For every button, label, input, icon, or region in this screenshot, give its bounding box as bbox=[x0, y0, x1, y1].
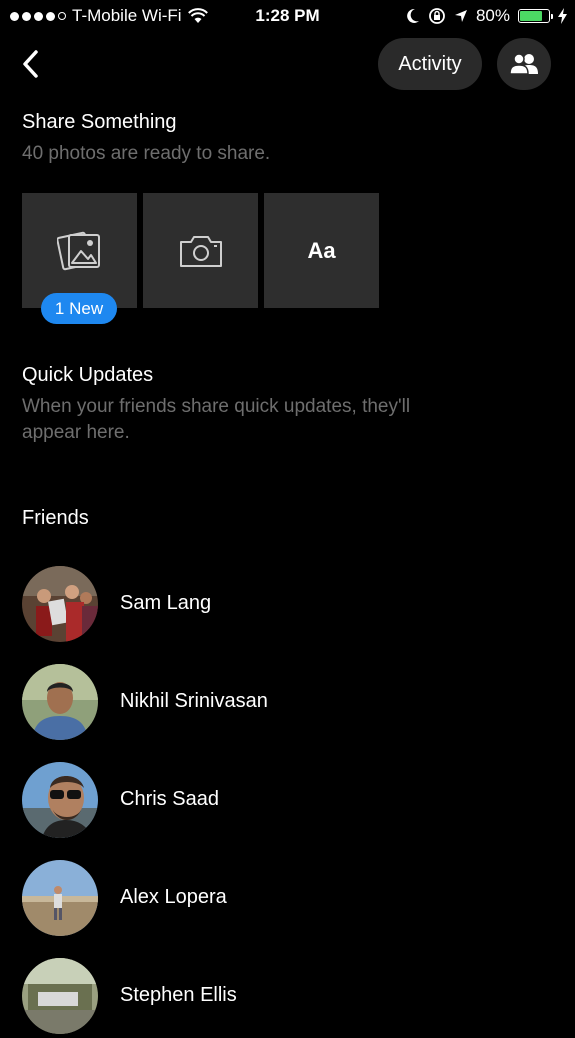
friend-name: Chris Saad bbox=[120, 788, 219, 810]
avatar bbox=[22, 664, 98, 740]
text-post-button[interactable]: Aa bbox=[264, 193, 379, 308]
friend-row[interactable]: Stephen Ellis bbox=[0, 958, 575, 1038]
avatar bbox=[22, 958, 98, 1034]
new-photos-badge: 1 New bbox=[41, 293, 117, 324]
activity-button[interactable]: Activity bbox=[378, 38, 482, 90]
quick-updates-subtitle: When your friends share quick updates, t… bbox=[22, 396, 411, 443]
friend-name: Alex Lopera bbox=[120, 886, 227, 908]
share-section-title: Share Something bbox=[22, 111, 177, 133]
camera-icon bbox=[179, 235, 222, 267]
camera-button[interactable] bbox=[143, 193, 258, 308]
people-icon bbox=[509, 53, 538, 75]
friend-row[interactable]: Nikhil Srinivasan bbox=[0, 664, 575, 744]
friend-name: Sam Lang bbox=[120, 592, 212, 614]
charging-bolt-icon bbox=[558, 8, 567, 24]
avatar bbox=[22, 762, 98, 838]
friends-button[interactable] bbox=[497, 38, 551, 90]
friend-row[interactable]: Sam Lang bbox=[0, 566, 575, 646]
photos-icon bbox=[56, 231, 100, 270]
text-post-label: Aa bbox=[307, 237, 336, 263]
friend-row[interactable]: Chris Saad bbox=[0, 762, 575, 842]
status-bar: T-Mobile Wi-Fi 1:28 PM 80% bbox=[0, 0, 575, 34]
friend-row[interactable]: Alex Lopera bbox=[0, 860, 575, 940]
friend-name: Nikhil Srinivasan bbox=[120, 690, 268, 712]
chevron-left-icon bbox=[23, 50, 38, 78]
battery-level-fill bbox=[520, 11, 543, 21]
friend-name: Stephen Ellis bbox=[120, 984, 237, 1006]
moon-icon bbox=[407, 8, 419, 23]
friends-section-title: Friends bbox=[22, 507, 89, 529]
status-right: 80% bbox=[406, 6, 567, 26]
avatar bbox=[22, 860, 98, 936]
location-arrow-icon bbox=[454, 10, 467, 22]
battery-icon bbox=[518, 9, 553, 23]
battery-percent: 80% bbox=[475, 6, 510, 25]
back-button[interactable] bbox=[14, 44, 50, 84]
share-section-subtitle: 40 photos are ready to share. bbox=[22, 143, 271, 164]
rotation-lock-icon bbox=[429, 8, 445, 24]
quick-updates-title: Quick Updates bbox=[22, 364, 154, 386]
avatar bbox=[22, 566, 98, 642]
share-photos-button[interactable] bbox=[22, 193, 137, 308]
